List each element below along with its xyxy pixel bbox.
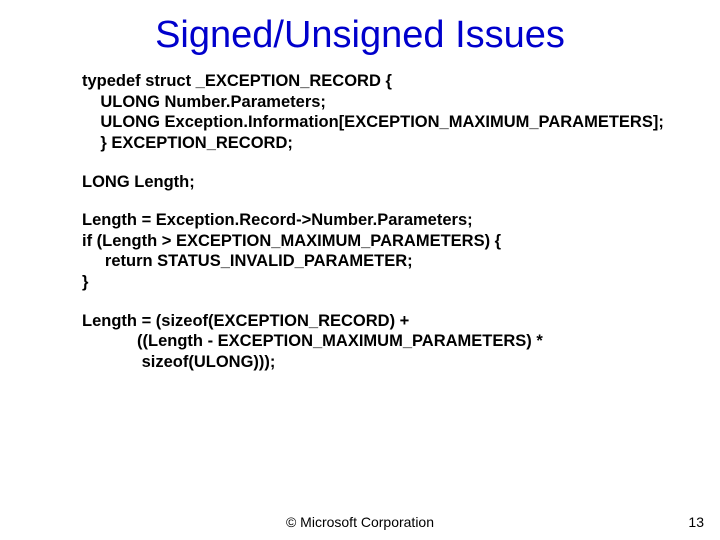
slide: Signed/Unsigned Issues typedef struct _E… xyxy=(0,0,720,540)
code-span: ULONG xyxy=(82,113,160,131)
slide-title: Signed/Unsigned Issues xyxy=(0,0,720,67)
slide-body: typedef struct _EXCEPTION_RECORD { ULONG… xyxy=(0,67,720,373)
code-span: Exception.Information[EXCEPTION_MAXIMUM_… xyxy=(165,113,664,131)
code-line: } xyxy=(82,272,680,293)
code-line: if (Length > EXCEPTION_MAXIMUM_PARAMETER… xyxy=(82,231,680,252)
code-block-1: typedef struct _EXCEPTION_RECORD { ULONG… xyxy=(82,71,680,154)
code-line: Length = Exception.Record->Number.Parame… xyxy=(82,210,680,231)
page-number: 13 xyxy=(688,514,704,530)
code-block-2: LONG Length; xyxy=(82,172,680,193)
code-line: ((Length - EXCEPTION_MAXIMUM_PARAMETERS)… xyxy=(82,331,680,352)
footer-copyright: © Microsoft Corporation xyxy=(0,514,720,530)
code-line: ULONG Exception.Information[EXCEPTION_MA… xyxy=(82,112,680,133)
code-line: Length = (sizeof(EXCEPTION_RECORD) + xyxy=(82,311,680,332)
code-block-4: Length = (sizeof(EXCEPTION_RECORD) + ((L… xyxy=(82,311,680,373)
code-line: sizeof(ULONG))); xyxy=(82,352,680,373)
code-block-3: Length = Exception.Record->Number.Parame… xyxy=(82,210,680,293)
code-line: LONG Length; xyxy=(82,172,680,193)
code-line: return STATUS_INVALID_PARAMETER; xyxy=(82,251,680,272)
code-line: ULONG Number.Parameters; xyxy=(82,92,680,113)
code-line: } EXCEPTION_RECORD; xyxy=(82,133,680,154)
code-line: typedef struct _EXCEPTION_RECORD { xyxy=(82,71,680,92)
